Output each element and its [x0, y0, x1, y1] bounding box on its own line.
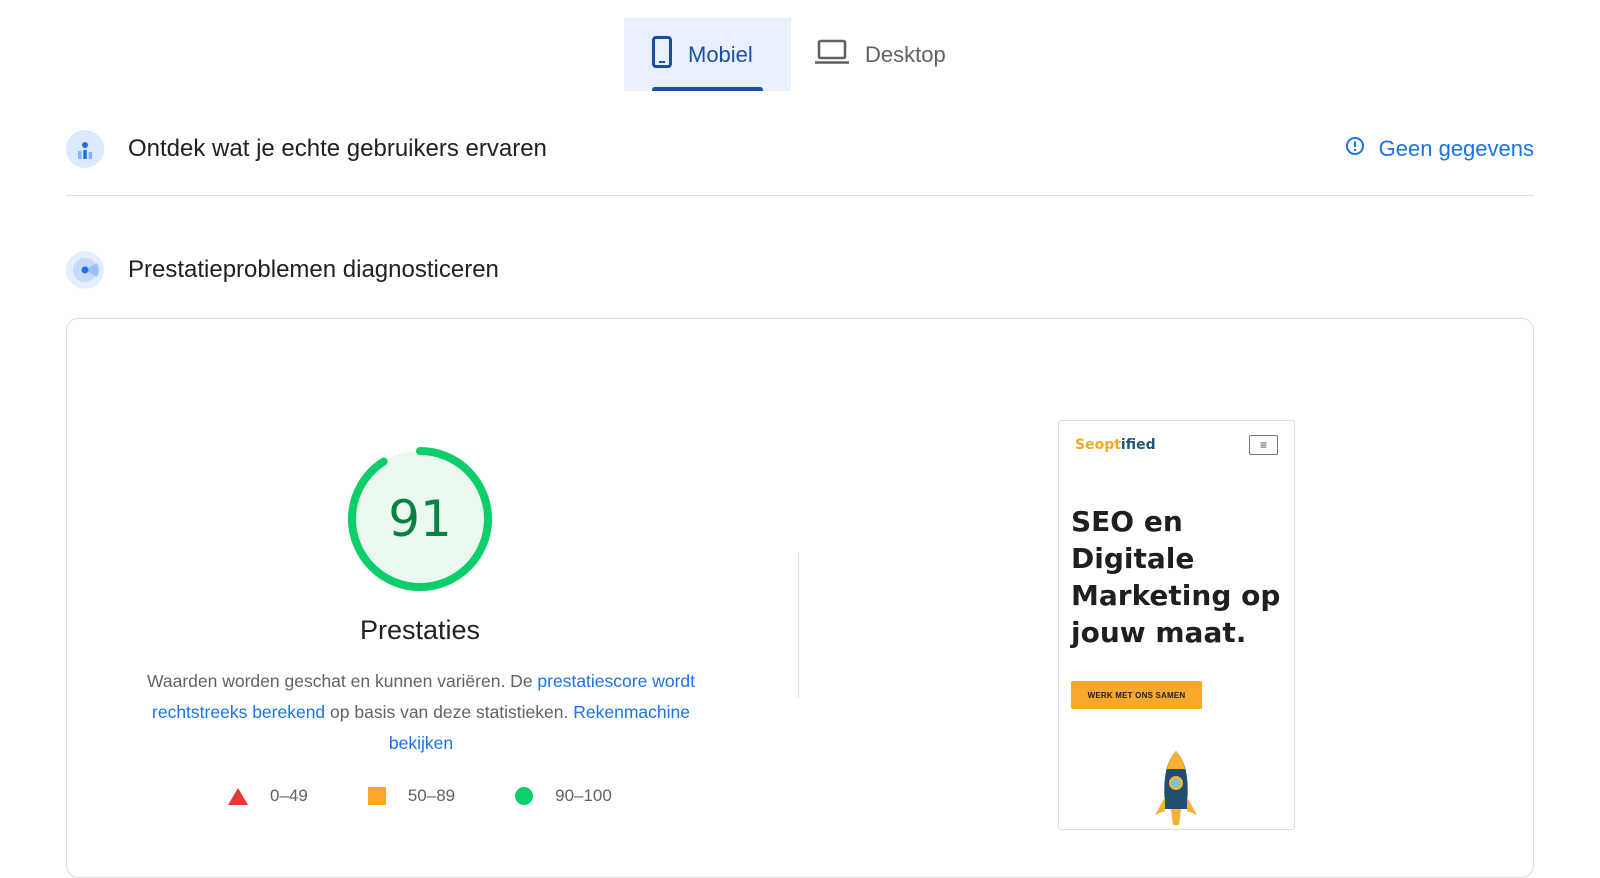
tab-mobile[interactable]: Mobiel: [624, 18, 791, 91]
info-icon: [1345, 136, 1365, 162]
triangle-icon: [228, 787, 248, 805]
radar-icon: [66, 251, 104, 289]
tab-desktop[interactable]: Desktop: [791, 18, 974, 91]
laptop-icon: [815, 39, 849, 71]
legend-item-good: 90–100: [515, 786, 612, 806]
site-logo: Seoptified: [1075, 437, 1156, 453]
device-tabs: Mobiel Desktop: [624, 18, 974, 91]
performance-label: Prestaties: [359, 615, 481, 645]
vertical-divider: [798, 552, 799, 698]
section-divider: [66, 195, 1534, 196]
site-headline: SEO en Digitale Marketing op jouw maat.: [1071, 505, 1281, 649]
square-icon: [367, 787, 386, 805]
diagnostics-row: Prestatieproblemen diagnosticeren: [66, 251, 1534, 289]
performance-score: 91: [388, 490, 452, 548]
field-data-status[interactable]: Geen gegevens: [1345, 136, 1534, 162]
hamburger-menu-icon: ≡: [1249, 435, 1278, 455]
circle-icon: [515, 787, 534, 805]
performance-description: Waarden worden geschat en kunnen variëre…: [124, 666, 718, 759]
legend-range: 90–100: [555, 786, 612, 805]
score-legend: 0–49 50–89 90–100: [228, 786, 672, 806]
tab-desktop-label: Desktop: [865, 41, 946, 67]
tab-mobile-label: Mobiel: [688, 41, 753, 67]
legend-range: 50–89: [407, 786, 456, 805]
legend-range: 0–49: [270, 786, 308, 805]
rocket-icon: [1155, 751, 1197, 825]
legend-item-poor: 0–49: [228, 786, 308, 806]
page-screenshot: Seoptified ≡ SEO en Digitale Marketing o…: [1058, 420, 1295, 830]
desc-text-2: op basis van deze statistieken.: [325, 702, 574, 722]
field-data-title: Ontdek wat je echte gebruikers ervaren: [128, 135, 547, 162]
users-chart-icon: [66, 130, 104, 168]
legend-item-average: 50–89: [367, 786, 456, 806]
smartphone-icon: [652, 35, 672, 74]
desc-text-1: Waarden worden geschat en kunnen variëre…: [147, 671, 538, 691]
site-cta-button: WERK MET ONS SAMEN: [1071, 681, 1202, 709]
field-data-row: Ontdek wat je echte gebruikers ervaren G…: [66, 130, 1534, 168]
field-data-status-label[interactable]: Geen gegevens: [1379, 136, 1534, 162]
diagnostics-title: Prestatieproblemen diagnosticeren: [128, 256, 499, 283]
